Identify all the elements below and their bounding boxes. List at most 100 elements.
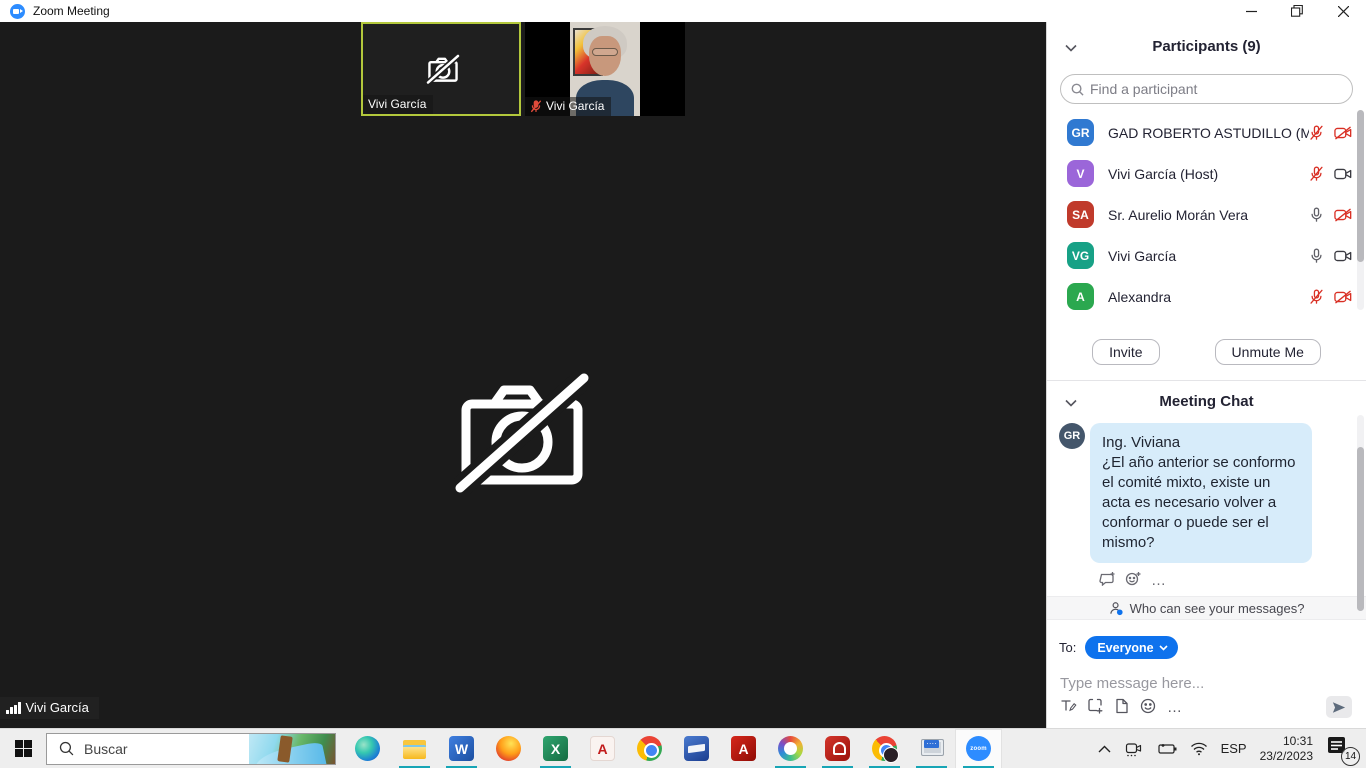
participant-list: GRGAD ROBERTO ASTUDILLO (Me) V Vivi García… [1047, 112, 1366, 317]
recipient-selector[interactable]: Everyone [1085, 636, 1177, 659]
tray-wifi-icon[interactable] [1190, 742, 1208, 756]
participant-row[interactable]: SA Sr. Aurelio Morán Vera [1047, 194, 1366, 235]
thumbnail-name-label: Vivi García [525, 97, 611, 116]
camera-off-icon[interactable] [1334, 208, 1352, 222]
photos-ring-icon [778, 736, 803, 761]
participant-row[interactable]: A Alexandra [1047, 276, 1366, 317]
notification-center-icon[interactable]: 14 [1326, 735, 1356, 763]
unmute-me-button[interactable]: Unmute Me [1215, 339, 1321, 365]
chevron-down-icon[interactable] [1065, 39, 1077, 56]
search-participant-input[interactable]: Find a participant [1060, 74, 1353, 104]
mic-muted-icon[interactable] [1309, 289, 1324, 305]
word-icon: W [449, 736, 474, 761]
chat-avatar: GR [1059, 423, 1085, 449]
emoji-icon[interactable] [1140, 698, 1156, 717]
invite-button[interactable]: Invite [1092, 339, 1159, 365]
search-icon [59, 741, 74, 756]
main-video-area: Vivi García Vivi García Vivi García [0, 22, 1046, 728]
avatar: A [1067, 283, 1094, 310]
chrome-profile-icon [872, 736, 897, 761]
camera-off-icon[interactable] [1334, 126, 1352, 140]
chevron-down-icon[interactable] [1065, 394, 1077, 411]
privacy-person-icon [1109, 601, 1124, 616]
active-speaker-label: Vivi García [0, 697, 99, 719]
who-can-see-bar[interactable]: Who can see your messages? [1047, 596, 1366, 620]
send-message-button[interactable] [1326, 696, 1352, 718]
notification-badge: 14 [1341, 747, 1360, 766]
file-attach-icon[interactable] [1115, 698, 1129, 717]
restore-button[interactable] [1274, 0, 1320, 22]
file-explorer-icon [402, 736, 427, 761]
autocad-icon: A [590, 736, 615, 761]
side-panel: Participants (9) Find a participant GRGA… [1046, 22, 1366, 728]
tray-clock[interactable]: 10:31 23/2/2023 [1260, 734, 1313, 764]
avatar: SA [1067, 201, 1094, 228]
mic-muted-icon[interactable] [1309, 166, 1324, 182]
to-label: To: [1059, 640, 1076, 655]
start-button[interactable] [0, 729, 46, 768]
participant-name: Sr. Aurelio Morán Vera [1108, 207, 1309, 223]
mic-muted-icon[interactable] [1309, 125, 1324, 141]
emoji-reaction-icon[interactable] [1125, 571, 1142, 589]
minimize-button[interactable] [1228, 0, 1274, 22]
camera-off-icon[interactable] [1334, 290, 1352, 304]
acrobat-taskbar-button[interactable]: A [720, 729, 767, 768]
system-tray: ESP 10:31 23/2/2023 14 [1098, 734, 1366, 764]
scanner-taskbar-button[interactable] [673, 729, 720, 768]
search-highlight-image[interactable] [249, 734, 335, 764]
participants-scrollbar-thumb[interactable] [1357, 110, 1364, 262]
quote-reply-icon[interactable] [1099, 571, 1116, 589]
firefox-taskbar-button[interactable] [485, 729, 532, 768]
participants-scrollbar[interactable] [1357, 110, 1364, 310]
edge-taskbar-button[interactable] [344, 729, 391, 768]
window-title: Zoom Meeting [33, 4, 110, 18]
chrome-icon [637, 736, 662, 761]
excel-taskbar-button[interactable]: X [532, 729, 579, 768]
chat-message: GR Ing. Viviana ¿El año anterior se conf… [1047, 423, 1366, 563]
chat-scrollbar[interactable] [1357, 415, 1364, 611]
file-explorer-taskbar-button[interactable] [391, 729, 438, 768]
excel-icon: X [543, 736, 568, 761]
camera-off-icon [426, 54, 460, 89]
word-taskbar-button[interactable]: W [438, 729, 485, 768]
participant-row[interactable]: VGVivi García [1047, 235, 1366, 276]
autocad-taskbar-button[interactable]: A [579, 729, 626, 768]
red-bell-app-icon [825, 736, 850, 761]
chat-scrollbar-thumb[interactable] [1357, 447, 1364, 611]
remote-desktop-taskbar-button[interactable] [908, 729, 955, 768]
red-bell-app-taskbar-button[interactable] [814, 729, 861, 768]
avatar: V [1067, 160, 1094, 187]
format-text-icon[interactable] [1061, 698, 1077, 717]
tray-expand-chevron-icon[interactable] [1098, 745, 1111, 753]
tray-camera-in-use-icon[interactable] [1124, 741, 1143, 757]
video-thumbnail-2[interactable]: Vivi García [525, 22, 685, 116]
participant-name: Alexandra [1108, 289, 1309, 305]
chrome-taskbar-button[interactable] [626, 729, 673, 768]
participant-row[interactable]: GRGAD ROBERTO ASTUDILLO (Me) [1047, 112, 1366, 153]
camera-on-icon[interactable] [1334, 249, 1352, 263]
tray-language-indicator[interactable]: ESP [1221, 741, 1247, 756]
taskbar-search-input[interactable]: Buscar [46, 733, 336, 765]
photos-ring-taskbar-button[interactable] [767, 729, 814, 768]
more-options-icon[interactable]: … [1167, 699, 1183, 716]
remote-desktop-icon [919, 736, 944, 761]
zoom-app-taskbar-button[interactable]: zoom [955, 729, 1002, 768]
mic-on-icon[interactable] [1309, 207, 1324, 223]
tray-battery-icon[interactable] [1156, 743, 1177, 755]
tray-date: 23/2/2023 [1260, 749, 1313, 763]
more-options-icon[interactable]: … [1151, 572, 1167, 589]
camera-on-icon[interactable] [1334, 167, 1352, 181]
participant-name: Vivi García (Host) [1108, 166, 1309, 182]
chrome-profile-taskbar-button[interactable] [861, 729, 908, 768]
search-icon [1071, 83, 1084, 96]
screenshot-icon[interactable] [1088, 698, 1104, 717]
taskbar-apps: WXAAzoom [344, 729, 1002, 768]
edge-icon [355, 736, 380, 761]
participant-name: GAD ROBERTO ASTUDILLO (Me) [1108, 125, 1309, 141]
close-button[interactable] [1320, 0, 1366, 22]
participant-row[interactable]: V Vivi García (Host) [1047, 153, 1366, 194]
chat-message-input[interactable]: Type message here... [1060, 675, 1366, 692]
zoom-app-icon: zoom [966, 736, 991, 761]
mic-on-icon[interactable] [1309, 248, 1324, 264]
video-thumbnail-1[interactable]: Vivi García [361, 22, 521, 116]
